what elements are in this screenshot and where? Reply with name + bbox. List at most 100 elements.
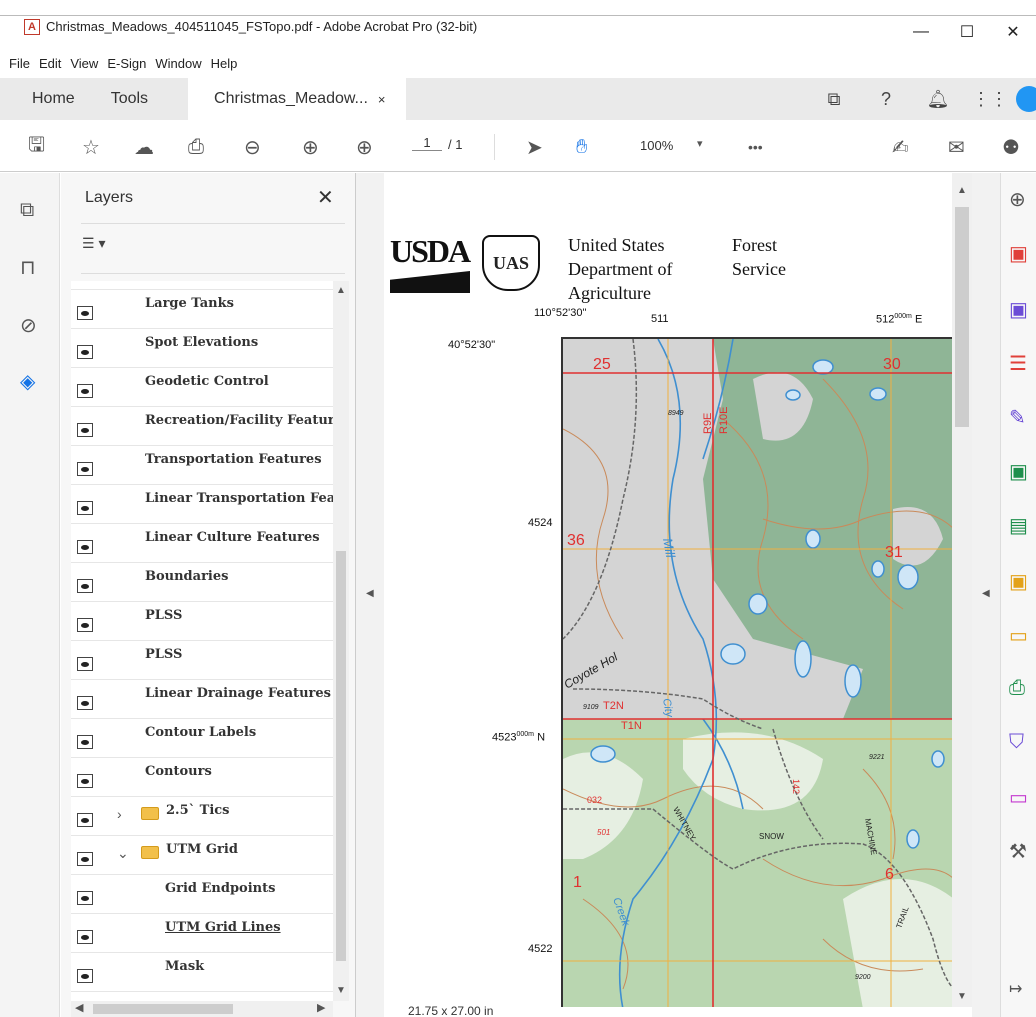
layer-row[interactable]: UTM Grid Lines [71,914,333,953]
help-icon[interactable]: ? [860,89,912,110]
more-tools-button[interactable]: ••• [748,122,763,172]
scan-ocr-icon[interactable]: ⎙ [1009,677,1025,700]
share-screen-icon[interactable]: ⧉ [808,89,860,110]
visibility-eye-icon[interactable] [77,969,93,983]
visibility-eye-icon[interactable] [77,345,93,359]
layer-row[interactable]: Contours [71,758,333,797]
tab-home[interactable]: Home [0,78,91,120]
layers-horizontal-scrollbar[interactable]: ◀ ▶ [71,1001,333,1017]
expand-tools-icon[interactable]: ↦ [1009,979,1022,999]
zoom-out-icon[interactable]: ⊖ [244,122,261,172]
layer-row[interactable]: Grid Endpoints [71,875,333,914]
next-page-icon[interactable]: ⊕ [356,122,373,172]
document-vertical-scrollbar[interactable]: ▲ ▼ [952,173,972,1007]
save-icon[interactable]: 🖫︎ [28,122,45,172]
layer-row[interactable]: Boundaries [71,563,333,602]
layer-row[interactable]: Recreation/Facility Features [71,407,333,446]
chevron-right-icon[interactable]: › [117,806,122,822]
scrollbar-thumb[interactable] [336,551,346,961]
left-panel-collapse-handle[interactable]: ◀ [356,173,384,1017]
layers-close-icon[interactable]: ✕ [317,185,334,210]
menu-help[interactable]: Help [211,56,238,71]
add-user-icon[interactable]: ⚉ [1002,122,1020,172]
collapse-left-icon[interactable]: ◀ [366,588,374,599]
document-viewport[interactable]: USDA UAS United States Department of Agr… [384,173,952,1007]
tab-document[interactable]: Christmas_Meadow... × [188,78,407,120]
page-thumbnails-icon[interactable]: ⧉ [20,199,34,222]
layer-row[interactable]: Linear Culture Features [71,524,333,563]
comment-file-icon[interactable]: ▣ [1009,569,1028,594]
create-pdf-icon[interactable]: ▣ [1009,241,1028,266]
visibility-eye-icon[interactable] [77,462,93,476]
more-tools-wrench-icon[interactable]: ⚒ [1009,839,1027,864]
visibility-eye-icon[interactable] [77,891,93,905]
visibility-eye-icon[interactable] [77,735,93,749]
collapse-right-icon[interactable]: ◀ [982,588,990,599]
visibility-eye-icon[interactable] [77,696,93,710]
layer-row[interactable]: ⌄ UTM Grid [71,836,333,875]
layer-row[interactable]: Mask [71,953,333,992]
visibility-eye-icon[interactable] [77,501,93,515]
page-number-input[interactable]: 1 [412,135,442,151]
comment-icon[interactable]: ▭ [1009,623,1028,648]
layer-row[interactable]: › 2.5` Tics [71,797,333,836]
visibility-eye-icon[interactable] [77,423,93,437]
scroll-left-icon[interactable]: ◀ [75,1001,83,1014]
visibility-eye-icon[interactable] [77,813,93,827]
layers-options-icon[interactable]: ☰ ▾ [82,235,105,252]
visibility-eye-icon[interactable] [77,540,93,554]
tab-close-icon[interactable]: × [378,92,386,107]
layer-row[interactable]: Linear Drainage Features [71,680,333,719]
scroll-down-icon[interactable]: ▼ [336,985,346,996]
scroll-up-icon[interactable]: ▲ [336,285,346,296]
zoom-chevron-down-icon[interactable]: ▾ [697,137,703,150]
visibility-eye-icon[interactable] [77,657,93,671]
layer-row[interactable]: Linear Transportation Features [71,485,333,524]
tab-tools[interactable]: Tools [91,78,188,120]
layer-row[interactable]: Geodetic Control [71,368,333,407]
visibility-eye-icon[interactable] [77,579,93,593]
maximize-button[interactable]: ☐ [944,16,990,48]
hand-tool-icon[interactable]: ✋︎ [576,122,587,172]
select-cursor-icon[interactable]: ➤ [526,122,543,172]
previous-page-icon[interactable]: ⊕ [302,122,319,172]
search-zoom-icon[interactable]: ⊕ [1009,187,1026,212]
menu-edit[interactable]: Edit [39,56,61,71]
chevron-down-icon[interactable]: ⌄ [117,845,129,862]
visibility-eye-icon[interactable] [77,930,93,944]
layer-row[interactable]: Contour Labels [71,719,333,758]
combine-files-icon[interactable]: ▣ [1009,297,1028,322]
close-window-button[interactable]: ✕ [990,16,1036,48]
layer-row[interactable]: Spot Elevations [71,329,333,368]
layer-row[interactable]: Transportation Features [71,446,333,485]
menu-esign[interactable]: E-Sign [107,56,146,71]
layer-row[interactable] [71,281,333,290]
visibility-eye-icon[interactable] [77,618,93,632]
scroll-right-icon[interactable]: ▶ [317,1001,325,1014]
fill-sign-icon[interactable]: ✎ [1009,405,1026,430]
visibility-eye-icon[interactable] [77,384,93,398]
notification-bell-icon[interactable]: 🔔︎ [912,89,964,110]
upload-cloud-icon[interactable]: ☁︎ [134,122,154,172]
layer-row[interactable]: Large Tanks [71,290,333,329]
organize-pages-icon[interactable]: ☰ [1009,351,1027,376]
layer-row[interactable]: PLSS [71,602,333,641]
visibility-eye-icon[interactable] [77,852,93,866]
topographic-map[interactable]: 25 30 36 31 1 6 R9E R10E T2N T1N 8949 9109 9221 9200… [561,337,952,1007]
print-icon[interactable]: ⎙ [188,122,204,172]
profile-avatar-icon[interactable] [1016,86,1036,112]
layers-icon[interactable]: ◈ [20,369,35,394]
minimize-button[interactable]: — [898,16,944,48]
sign-icon[interactable]: ✍︎ [892,122,909,172]
layers-vertical-scrollbar[interactable]: ▲ ▼ [333,281,349,1001]
export-pdf-icon[interactable]: ▣ [1009,459,1028,484]
scrollbar-thumb[interactable] [955,207,969,427]
scroll-up-icon[interactable]: ▲ [957,185,967,196]
menu-window[interactable]: Window [155,56,201,71]
scrollbar-thumb[interactable] [93,1004,233,1014]
apps-grid-icon[interactable]: ⋮⋮ [964,89,1016,110]
edit-pdf-icon[interactable]: ▤ [1009,513,1028,538]
bookmarks-icon[interactable]: ⊓ [20,255,36,280]
attachments-icon[interactable]: ⊘ [20,313,37,338]
measure-ruler-icon[interactable]: ▭ [1009,785,1028,810]
